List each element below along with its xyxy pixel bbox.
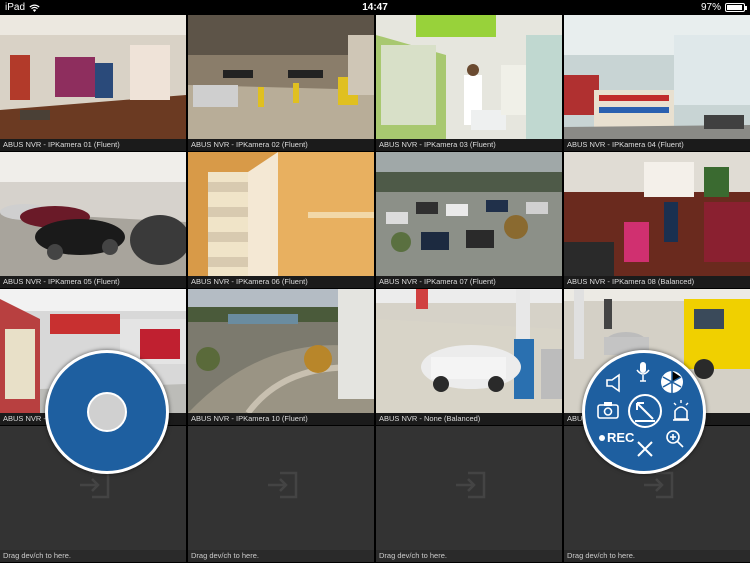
battery-icon <box>725 3 747 12</box>
camera-tile-11[interactable]: ABUS NVR - None (Balanced) <box>376 289 562 425</box>
camera-caption: ABUS NVR - IPKamera 01 (Fluent) <box>0 139 186 151</box>
camera-feed-01 <box>0 15 186 139</box>
camera-feed-07 <box>376 152 562 276</box>
status-time: 14:47 <box>362 2 388 13</box>
camera-caption: ABUS NVR - IPKamera 07 (Fluent) <box>376 276 562 288</box>
zoom-in-icon[interactable] <box>665 429 685 449</box>
control-radial-menu: REC <box>582 350 706 474</box>
joystick-knob[interactable] <box>87 392 127 432</box>
alarm-icon[interactable] <box>671 399 691 421</box>
camera-feed-08 <box>564 152 750 276</box>
empty-slot[interactable]: Drag dev/ch to here. <box>376 426 562 562</box>
iris-icon[interactable] <box>659 369 685 395</box>
speaker-icon[interactable] <box>605 373 627 393</box>
drop-here-icon <box>644 471 674 499</box>
camera-snapshot-icon[interactable] <box>597 401 619 419</box>
drop-here-icon <box>268 471 298 499</box>
record-label: REC <box>607 430 635 445</box>
camera-tile-07[interactable]: ABUS NVR - IPKamera 07 (Fluent) <box>376 152 562 288</box>
empty-slot-caption: Drag dev/ch to here. <box>376 550 562 562</box>
camera-feed-03 <box>376 15 562 139</box>
camera-caption: ABUS NVR - IPKamera 03 (Fluent) <box>376 139 562 151</box>
camera-feed-04 <box>564 15 750 139</box>
camera-caption: ABUS NVR - IPKamera 06 (Fluent) <box>188 276 374 288</box>
close-icon[interactable] <box>635 439 655 459</box>
empty-slot-caption: Drag dev/ch to here. <box>188 550 374 562</box>
camera-caption: ABUS NVR - IPKamera 02 (Fluent) <box>188 139 374 151</box>
camera-tile-06[interactable]: ABUS NVR - IPKamera 06 (Fluent) <box>188 152 374 288</box>
battery-percent: 97% <box>700 2 721 13</box>
camera-caption: ABUS NVR - IPKamera 10 (Fluent) <box>188 413 374 425</box>
microphone-icon[interactable] <box>635 361 651 383</box>
camera-tile-04[interactable]: ABUS NVR - IPKamera 04 (Fluent) <box>564 15 750 151</box>
drop-here-icon <box>456 471 486 499</box>
record-button[interactable]: REC <box>599 430 634 445</box>
empty-slot[interactable]: Drag dev/ch to here. <box>188 426 374 562</box>
camera-feed-05 <box>0 152 186 276</box>
ptz-home-icon[interactable] <box>627 393 663 429</box>
camera-tile-05[interactable]: ABUS NVR - IPKamera 05 (Fluent) <box>0 152 186 288</box>
camera-feed-11 <box>376 289 562 413</box>
camera-feed-10 <box>188 289 374 413</box>
camera-caption: ABUS NVR - IPKamera 04 (Fluent) <box>564 139 750 151</box>
drop-here-icon <box>80 471 110 499</box>
ptz-joystick[interactable] <box>45 350 169 474</box>
camera-feed-02 <box>188 15 374 139</box>
camera-tile-02[interactable]: ABUS NVR - IPKamera 02 (Fluent) <box>188 15 374 151</box>
empty-slot-caption: Drag dev/ch to here. <box>0 550 186 562</box>
camera-tile-01[interactable]: ABUS NVR - IPKamera 01 (Fluent) <box>0 15 186 151</box>
status-bar: iPad 14:47 97% <box>0 0 750 15</box>
camera-tile-08[interactable]: ABUS NVR - IPKamera 08 (Balanced) <box>564 152 750 288</box>
camera-caption: ABUS NVR - None (Balanced) <box>376 413 562 425</box>
camera-caption: ABUS NVR - IPKamera 08 (Balanced) <box>564 276 750 288</box>
empty-slot-caption: Drag dev/ch to here. <box>564 550 750 562</box>
camera-grid: ABUS NVR - IPKamera 01 (Fluent) ABUS NVR… <box>0 15 750 563</box>
camera-feed-06 <box>188 152 374 276</box>
record-dot-icon <box>599 434 605 441</box>
camera-tile-03[interactable]: ABUS NVR - IPKamera 03 (Fluent) <box>376 15 562 151</box>
camera-caption: ABUS NVR - IPKamera 05 (Fluent) <box>0 276 186 288</box>
camera-tile-10[interactable]: ABUS NVR - IPKamera 10 (Fluent) <box>188 289 374 425</box>
